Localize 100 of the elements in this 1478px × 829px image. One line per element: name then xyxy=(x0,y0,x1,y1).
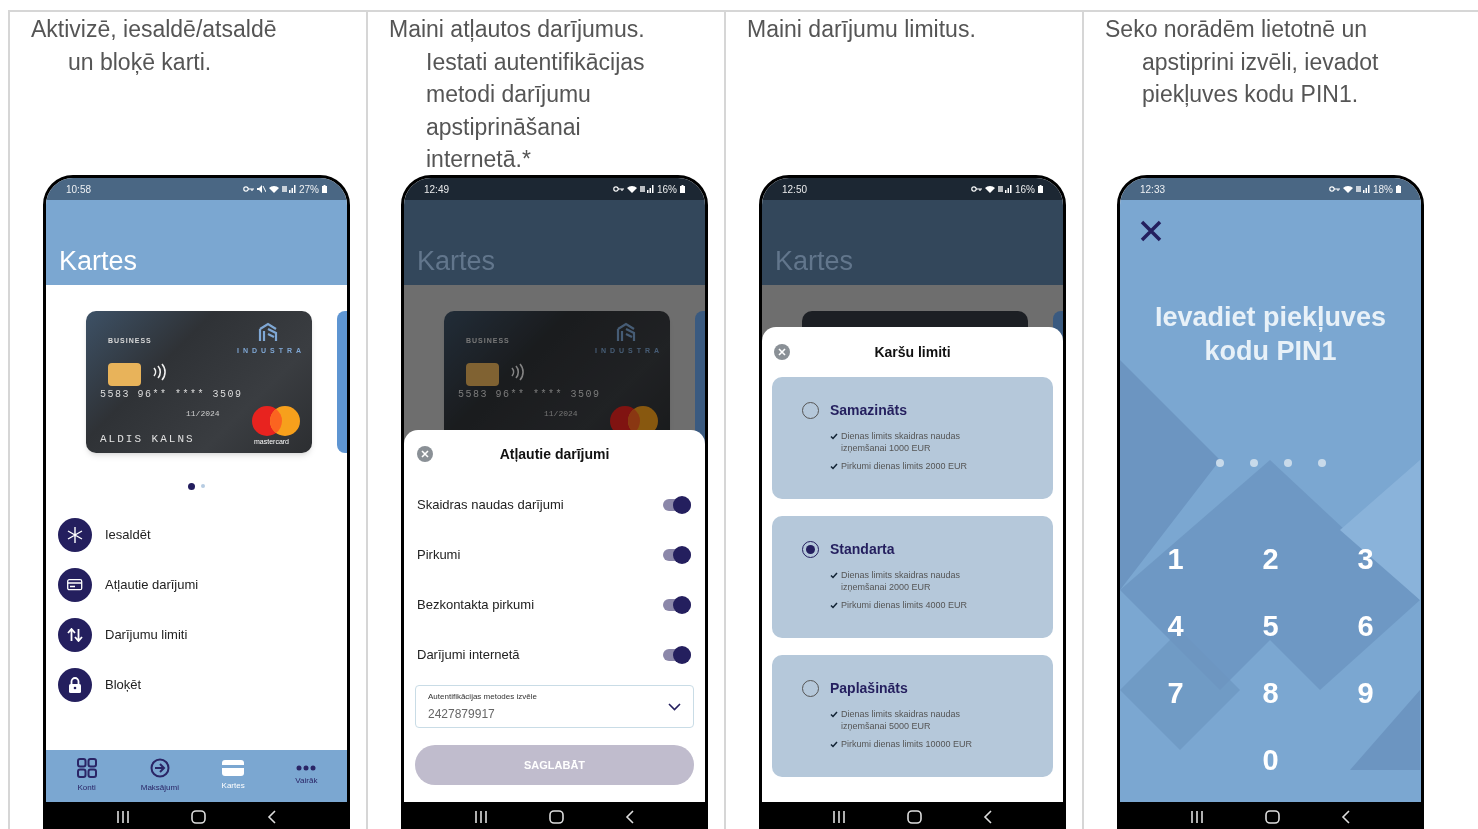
recent-apps-icon[interactable] xyxy=(116,810,131,824)
back-icon[interactable] xyxy=(624,810,635,824)
action-item[interactable]: Iesaldēt xyxy=(46,510,347,560)
card-expiry: 11/2024 xyxy=(544,408,578,420)
cardholder-name: ALDIS KALNS xyxy=(100,432,195,447)
battery-icon xyxy=(680,185,685,193)
card-icon xyxy=(67,579,83,591)
close-icon[interactable] xyxy=(417,446,433,462)
check-icon xyxy=(830,602,838,609)
toggle-switch[interactable] xyxy=(663,546,691,564)
nav-tab[interactable]: Kartes xyxy=(198,760,269,792)
battery-percent: 16% xyxy=(1015,182,1035,197)
logo-icon xyxy=(616,321,636,343)
home-icon[interactable] xyxy=(907,810,922,824)
back-icon[interactable] xyxy=(266,810,277,824)
nav-label: Kartes xyxy=(221,780,245,792)
check-icon xyxy=(830,711,838,718)
step-caption: Aktivizē, iesaldē/atsaldē un bloķē karti. xyxy=(30,15,278,77)
limit-option[interactable]: Standarta Dienas limits skaidras naudas izņemšanai 2000 EUR Pirkumi dienas limits 4000 EUR xyxy=(772,516,1053,638)
action-item[interactable]: Atļautie darījumi xyxy=(46,560,347,610)
battery-percent: 18% xyxy=(1373,182,1393,197)
status-time: 12:33 xyxy=(1140,182,1166,197)
battery-icon xyxy=(322,185,327,193)
up-down-arrows-icon xyxy=(67,628,83,642)
wifi-icon xyxy=(627,185,637,193)
recent-apps-icon[interactable] xyxy=(1190,810,1205,824)
check-icon xyxy=(830,741,838,748)
keypad-key[interactable]: 0 xyxy=(1223,739,1318,779)
signal-icon xyxy=(1356,185,1370,193)
close-icon[interactable] xyxy=(1140,220,1162,242)
more-icon xyxy=(296,765,317,771)
wifi-icon xyxy=(985,185,995,193)
signal-icon xyxy=(998,185,1012,193)
nav-tab[interactable]: Vairāk xyxy=(271,765,342,787)
recent-apps-icon[interactable] xyxy=(832,810,847,824)
snowflake-icon xyxy=(67,527,83,543)
option-name: Samazināts xyxy=(830,401,908,420)
signal-icon xyxy=(282,185,296,193)
toggle-switch[interactable] xyxy=(663,646,691,664)
keypad-key[interactable]: 9 xyxy=(1318,672,1413,712)
key-icon xyxy=(1329,186,1340,192)
chevron-down-icon xyxy=(668,702,681,711)
step-caption: Seko norādēm lietotnē un apstiprini izvēli, ievadot piekļuves kodu PIN1. xyxy=(1104,15,1380,109)
status-time: 12:49 xyxy=(424,182,450,197)
key-icon xyxy=(971,186,982,192)
keypad-key[interactable]: 1 xyxy=(1128,538,1223,578)
nav-label: Maksājumi xyxy=(140,782,179,794)
status-time: 10:58 xyxy=(66,182,92,197)
battery-icon xyxy=(1038,185,1043,193)
home-icon[interactable] xyxy=(191,810,206,824)
contactless-icon xyxy=(510,363,524,381)
back-icon[interactable] xyxy=(1340,810,1351,824)
card-number: 5583 96** **** 3509 xyxy=(100,388,243,402)
grid-icon xyxy=(76,758,97,778)
battery-percent: 16% xyxy=(657,182,677,197)
home-icon[interactable] xyxy=(549,810,564,824)
battery-icon xyxy=(1396,185,1401,193)
limit-option[interactable]: Paplašināts Dienas limits skaidras naudas izņemšanai 5000 EUR Pirkumi dienas limits 10000 EUR xyxy=(772,655,1053,777)
recent-apps-icon[interactable] xyxy=(474,810,489,824)
toggle-label: Skaidras naudas darījumi xyxy=(417,496,564,515)
toggle-switch[interactable] xyxy=(663,496,691,514)
status-time: 12:50 xyxy=(782,182,808,197)
action-item[interactable]: Bloķēt xyxy=(46,660,347,710)
toggle-switch[interactable] xyxy=(663,596,691,614)
check-icon xyxy=(830,463,838,470)
close-icon[interactable] xyxy=(774,344,790,360)
check-icon xyxy=(830,433,838,440)
chip-icon xyxy=(108,363,141,386)
keypad-key[interactable]: 6 xyxy=(1318,605,1413,645)
keypad-key[interactable]: 3 xyxy=(1318,538,1413,578)
wifi-icon xyxy=(269,185,279,193)
nav-tab[interactable]: Konti xyxy=(51,758,122,794)
dropdown-field[interactable]: Autentifikācijas metodes izvēle 2427879917 xyxy=(415,685,694,728)
wifi-icon xyxy=(1343,185,1353,193)
field-value: 2427879917 xyxy=(428,705,496,723)
toggle-label: Bezkontakta pirkumi xyxy=(417,596,535,615)
card-icon xyxy=(222,760,245,776)
key-icon xyxy=(613,186,624,192)
screen-title: Kartes xyxy=(59,245,138,278)
keypad-key[interactable]: 2 xyxy=(1223,538,1318,578)
nav-label: Konti xyxy=(77,782,96,794)
keypad-key[interactable]: 5 xyxy=(1223,605,1318,645)
key-icon xyxy=(243,186,254,192)
logo-icon xyxy=(258,321,278,343)
step-caption: Maini darījumu limitus. xyxy=(746,15,977,44)
limit-description: Pirkumi dienas limits 4000 EUR xyxy=(841,599,968,611)
card-network-icon xyxy=(252,406,300,436)
action-item[interactable]: Darījumu limiti xyxy=(46,610,347,660)
signal-icon xyxy=(640,185,654,193)
nav-tab[interactable]: Maksājumi xyxy=(124,758,195,794)
step-caption: Maini atļautos darījumus. Iestati autentifikācijas metodi darījumu apstiprināšanai internetā.* xyxy=(388,15,646,174)
limit-description: Dienas limits skaidras naudas izņemšanai 1000 EUR xyxy=(841,430,962,454)
keypad-key[interactable]: 8 xyxy=(1223,672,1318,712)
keypad-key[interactable]: 4 xyxy=(1128,605,1223,645)
back-icon[interactable] xyxy=(982,810,993,824)
home-icon[interactable] xyxy=(1265,810,1280,824)
limit-option[interactable]: Samazināts Dienas limits skaidras naudas izņemšanai 1000 EUR Pirkumi dienas limits 2000 EUR xyxy=(772,377,1053,499)
lock-icon xyxy=(68,677,82,693)
limit-description: Pirkumi dienas limits 10000 EUR xyxy=(841,738,973,750)
chip-icon xyxy=(466,363,499,386)
